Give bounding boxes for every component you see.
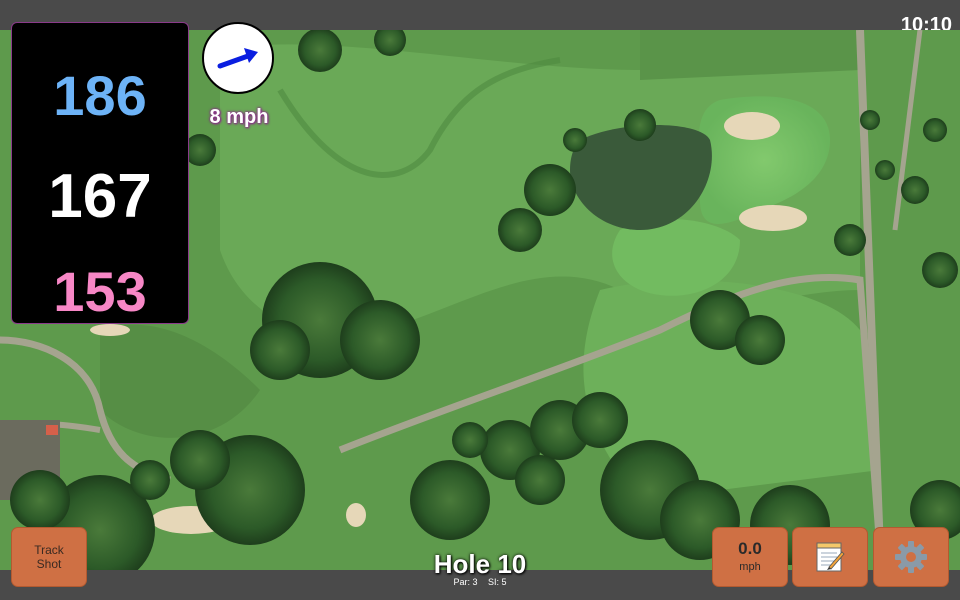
hole-title: Hole 10 xyxy=(433,549,527,579)
notes-button[interactable] xyxy=(792,527,868,587)
center-distance: 167 xyxy=(48,162,152,231)
track-shot-label-line1: Track xyxy=(34,543,64,557)
wind-speed-label: 8 mph xyxy=(209,106,269,128)
gear-icon xyxy=(895,541,927,573)
track-shot-button[interactable]: Track Shot xyxy=(11,527,87,587)
front-distance: 153 xyxy=(53,260,147,323)
speed-value: 0.0 xyxy=(738,539,762,558)
hole-stroke-index: SI: 5 xyxy=(488,577,507,587)
wind-indicator xyxy=(202,22,274,94)
speed-button[interactable]: 0.0 mph xyxy=(712,527,788,587)
track-shot-label-line2: Shot xyxy=(36,557,62,571)
speed-unit: mph xyxy=(739,561,761,573)
arrow-icon xyxy=(217,48,258,69)
hole-info: Par: 3 SI: 5 xyxy=(380,577,580,587)
notepad-icon xyxy=(816,542,845,572)
settings-button[interactable] xyxy=(873,527,949,587)
back-distance: 186 xyxy=(53,64,147,127)
distance-panel: 186 167 153 xyxy=(11,22,189,324)
hole-par: Par: 3 xyxy=(453,577,478,587)
